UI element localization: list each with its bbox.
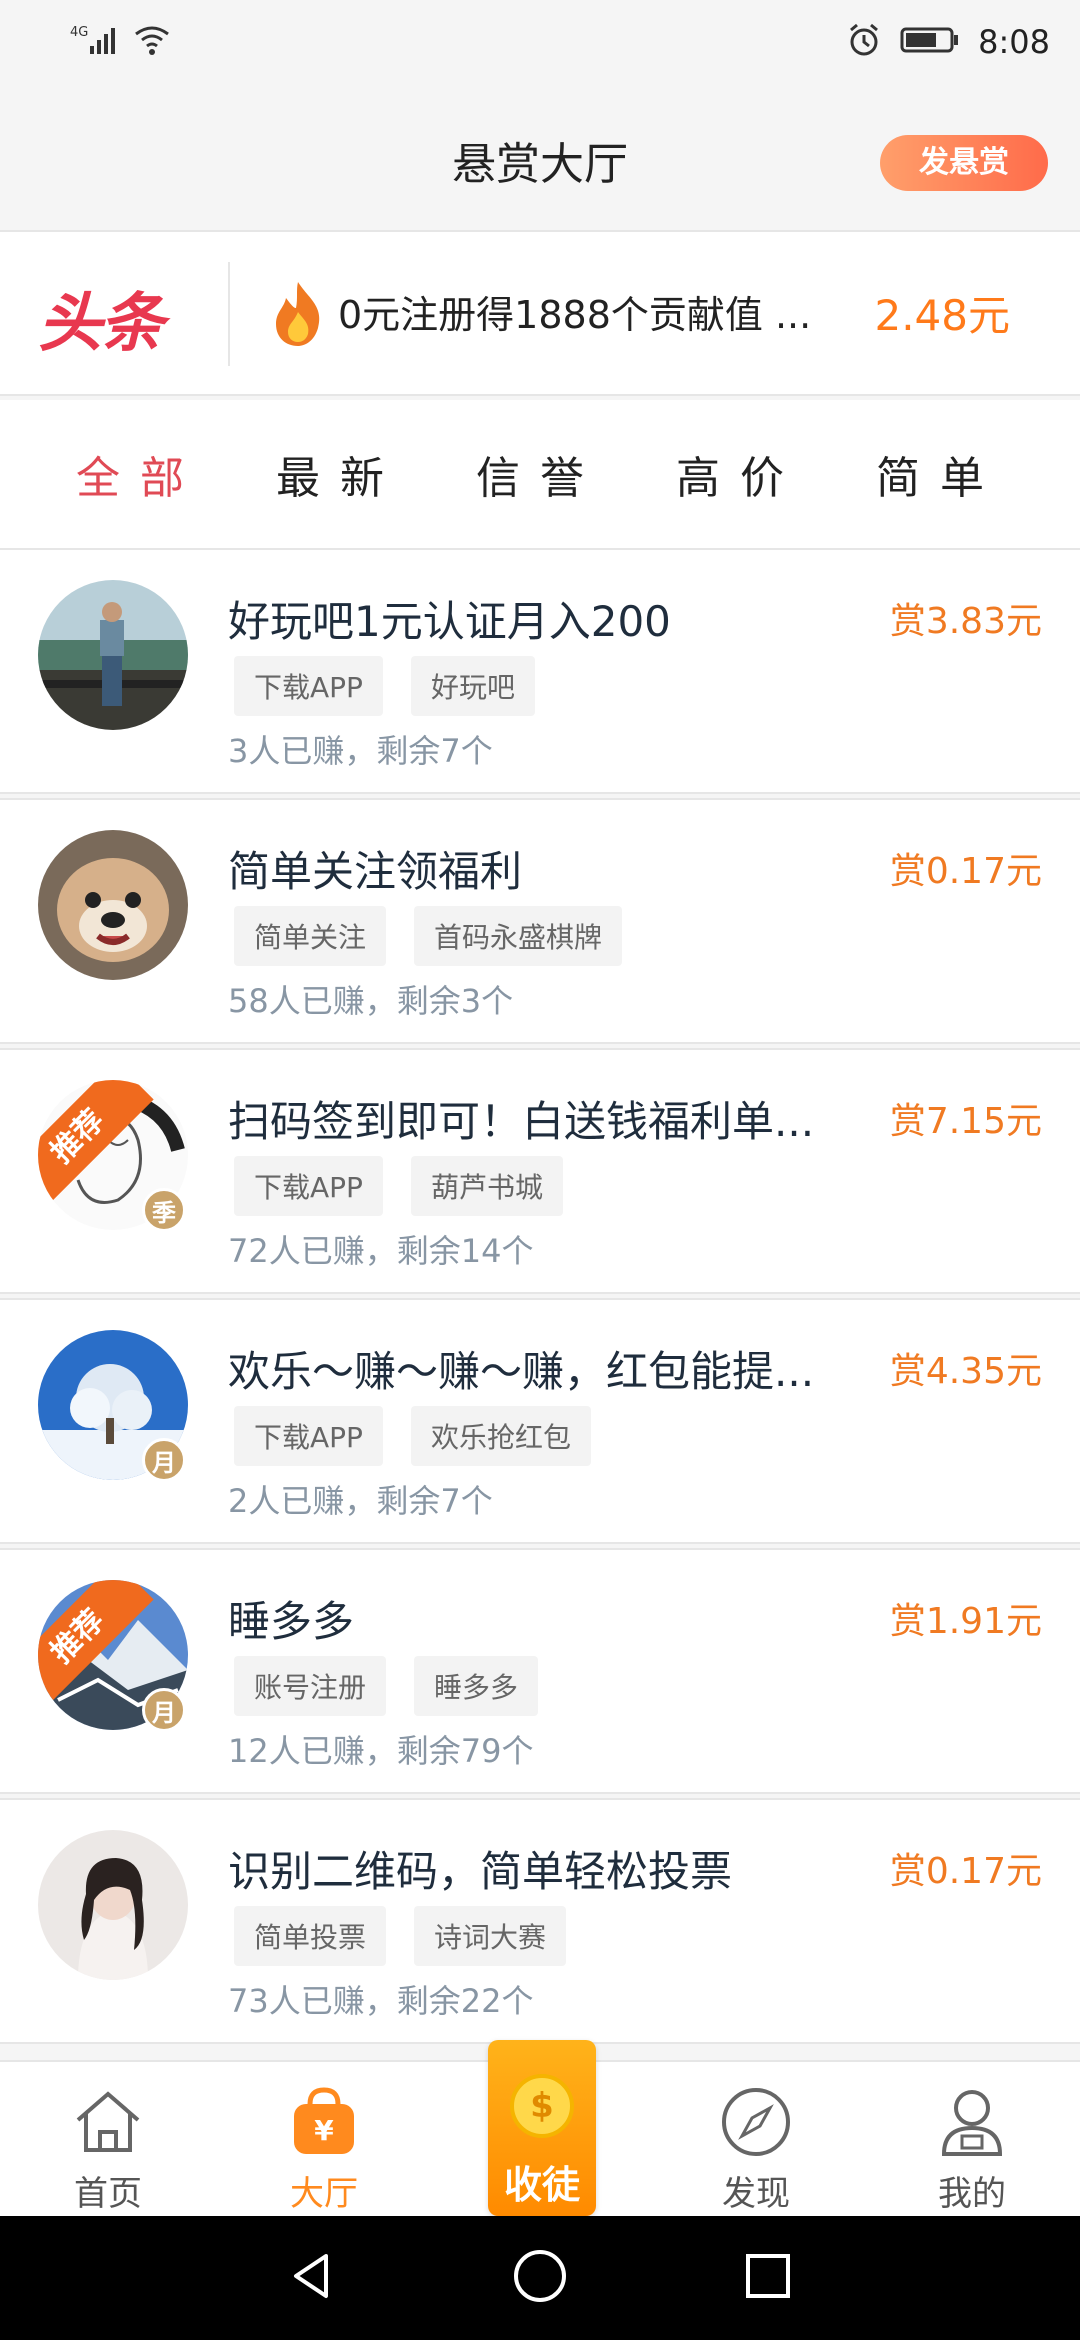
alarm-icon — [846, 22, 882, 62]
task-meta: 2人已赚，剩余7个 — [228, 1482, 493, 1520]
clock-time: 8:08 — [978, 23, 1050, 61]
task-title: 好玩吧1元认证月入200 — [228, 597, 671, 646]
tab-all[interactable]: 全部 — [76, 442, 204, 506]
banner-text: 0元注册得1888个贡献值 ... — [338, 293, 812, 337]
task-tag: 下载APP — [234, 656, 383, 716]
nav-label: 发现 — [722, 2174, 790, 2214]
home-icon — [68, 2082, 148, 2162]
task-row[interactable]: 推荐 季 扫码签到即可！白送钱福利单... 赏7.15元 下载APP 葫芦书城 … — [0, 1048, 1080, 1294]
tab-simple[interactable]: 简单 — [876, 442, 1004, 506]
task-tags: 简单关注 首码永盛棋牌 — [234, 906, 623, 966]
task-reward: 赏1.91元 — [889, 1601, 1042, 1642]
task-tag: 葫芦书城 — [410, 1156, 563, 1216]
headline-logo: 头条 — [38, 287, 164, 361]
filter-tabs: 全部 最新 信誉 高价 简单 — [0, 400, 1080, 548]
compass-icon — [716, 2082, 796, 2162]
headline-banner[interactable]: 头条 0元注册得1888个贡献值 ... 2.48元 — [0, 230, 1080, 396]
task-tag: 下载APP — [234, 1406, 383, 1466]
nav-mine[interactable]: 我的 — [864, 2062, 1080, 2218]
task-tag: 首码永盛棋牌 — [414, 906, 623, 966]
system-nav-bar — [0, 2216, 1080, 2340]
tab-high-price[interactable]: 高价 — [676, 442, 804, 506]
task-tags: 简单投票 诗词大赛 — [234, 1906, 567, 1966]
coin-icon: $ — [510, 2074, 574, 2138]
task-tags: 下载APP 好玩吧 — [234, 656, 535, 716]
task-reward: 赏7.15元 — [889, 1101, 1042, 1142]
season-badge: 季 — [142, 1188, 186, 1232]
task-meta: 58人已赚，剩余3个 — [228, 982, 514, 1020]
task-title: 欢乐～赚～赚～赚，红包能提... — [228, 1347, 815, 1396]
svg-text:4G: 4G — [70, 25, 88, 40]
task-row[interactable]: 简单关注领福利 赏0.17元 简单关注 首码永盛棋牌 58人已赚，剩余3个 — [0, 798, 1080, 1044]
task-row[interactable]: 推荐 月 睡多多 赏1.91元 账号注册 睡多多 12人已赚，剩余79个 — [0, 1548, 1080, 1794]
task-tag: 欢乐抢红包 — [410, 1406, 591, 1466]
task-tag: 诗词大赛 — [414, 1906, 567, 1966]
tab-credit[interactable]: 信誉 — [476, 442, 604, 506]
task-tag: 下载APP — [234, 1156, 383, 1216]
task-row[interactable]: 月 欢乐～赚～赚～赚，红包能提... 赏4.35元 下载APP 欢乐抢红包 2人… — [0, 1298, 1080, 1544]
month-badge: 月 — [142, 1438, 186, 1482]
task-tag: 简单关注 — [234, 906, 387, 966]
nav-discover[interactable]: 发现 — [648, 2062, 864, 2218]
task-title: 识别二维码，简单轻松投票 — [228, 1847, 733, 1896]
cellular-signal-icon: 4G — [70, 22, 120, 62]
task-meta: 73人已赚，剩余22个 — [228, 1982, 534, 2020]
home-circle-icon[interactable] — [510, 2246, 570, 2310]
task-tag: 简单投票 — [234, 1906, 387, 1966]
task-meta: 12人已赚，剩余79个 — [228, 1732, 534, 1770]
back-icon[interactable] — [282, 2246, 342, 2310]
status-left: 4G — [70, 22, 172, 62]
user-icon — [932, 2082, 1012, 2162]
task-title: 睡多多 — [228, 1597, 355, 1646]
post-bounty-button[interactable]: 发悬赏 — [880, 135, 1048, 191]
recruit-button[interactable]: $ 收徒 — [488, 2040, 596, 2216]
svg-text:¥: ¥ — [314, 2114, 334, 2147]
recruit-label: 收徒 — [503, 2163, 580, 2207]
nav-home[interactable]: 首页 — [0, 2062, 216, 2218]
banner-price: 2.48元 — [874, 291, 1010, 340]
nav-hall[interactable]: ¥ 大厅 — [216, 2062, 432, 2218]
recents-icon[interactable] — [738, 2246, 798, 2310]
task-tags: 下载APP 葫芦书城 — [234, 1156, 563, 1216]
task-reward: 赏0.17元 — [889, 851, 1042, 892]
avatar — [38, 830, 188, 980]
task-title: 扫码签到即可！白送钱福利单... — [228, 1097, 815, 1146]
avatar — [38, 580, 188, 730]
task-row[interactable]: 识别二维码，简单轻松投票 赏0.17元 简单投票 诗词大赛 73人已赚，剩余22… — [0, 1798, 1080, 2044]
tab-latest[interactable]: 最新 — [276, 442, 404, 506]
task-tag: 睡多多 — [414, 1656, 539, 1716]
nav-label: 大厅 — [290, 2174, 358, 2214]
task-tag: 好玩吧 — [410, 656, 535, 716]
page-header: 悬赏大厅 发悬赏 — [0, 90, 1080, 230]
status-right: 8:08 — [846, 22, 1050, 62]
task-list: 好玩吧1元认证月入200 赏3.83元 下载APP 好玩吧 3人已赚，剩余7个 … — [0, 548, 1080, 2048]
status-bar: 4G 8:08 — [0, 0, 1080, 90]
nav-label: 我的 — [938, 2174, 1006, 2214]
month-badge: 月 — [142, 1688, 186, 1732]
task-meta: 3人已赚，剩余7个 — [228, 732, 493, 770]
task-meta: 72人已赚，剩余14个 — [228, 1232, 534, 1270]
task-tags: 账号注册 睡多多 — [234, 1656, 539, 1716]
wifi-icon — [132, 22, 172, 62]
task-title: 简单关注领福利 — [228, 847, 523, 896]
hall-bag-icon: ¥ — [284, 2082, 364, 2162]
battery-icon — [900, 25, 960, 59]
banner-divider — [228, 262, 230, 366]
task-row[interactable]: 好玩吧1元认证月入200 赏3.83元 下载APP 好玩吧 3人已赚，剩余7个 — [0, 548, 1080, 794]
avatar — [38, 1830, 188, 1980]
task-tags: 下载APP 欢乐抢红包 — [234, 1406, 591, 1466]
task-tag: 账号注册 — [234, 1656, 387, 1716]
task-reward: 赏0.17元 — [889, 1851, 1042, 1892]
fire-icon — [268, 278, 328, 352]
task-reward: 赏4.35元 — [889, 1351, 1042, 1392]
task-reward: 赏3.83元 — [889, 601, 1042, 642]
nav-label: 首页 — [74, 2174, 142, 2214]
